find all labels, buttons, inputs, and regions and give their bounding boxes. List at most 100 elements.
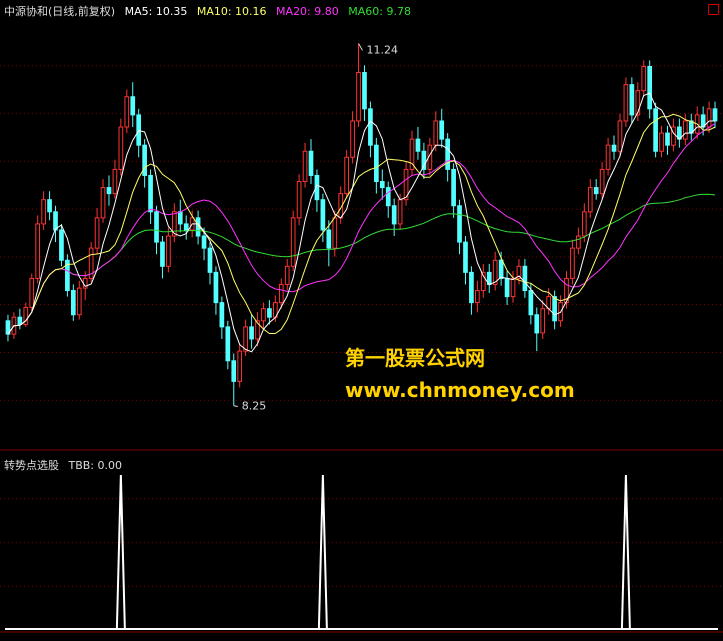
candle-body xyxy=(682,120,688,140)
candle-body xyxy=(475,290,480,304)
candle-body xyxy=(148,174,153,213)
ma20-legend: MA20: 9.80 xyxy=(276,5,342,18)
stock-title: 中源协和(日线,前复权) xyxy=(4,5,116,18)
panel-toggle-icon[interactable] xyxy=(708,4,719,15)
candle-body xyxy=(647,65,653,110)
ma20-label: MA20: xyxy=(276,5,311,18)
candle-body xyxy=(237,350,243,382)
candle-body xyxy=(290,217,296,267)
candle-body xyxy=(362,72,367,110)
candle-body xyxy=(445,138,450,170)
ma5-legend: MA5: 10.35 xyxy=(125,5,191,18)
candle-body xyxy=(665,132,670,146)
candle-body xyxy=(629,84,635,116)
watermark-title: 第一股票公式网 xyxy=(345,346,485,370)
candle-body xyxy=(201,235,207,249)
ma10-legend: MA10: 10.16 xyxy=(197,5,270,18)
candle-body xyxy=(17,316,23,325)
watermark-url: www.chnmoney.com xyxy=(345,378,575,402)
candle-body xyxy=(712,108,718,122)
tbb-label: TBB: xyxy=(68,459,95,472)
candle-body xyxy=(617,120,623,152)
candle-body xyxy=(344,156,349,195)
candle-body xyxy=(249,326,254,340)
candle-body xyxy=(570,247,575,279)
candle-body xyxy=(112,168,118,195)
candle-body xyxy=(534,314,540,334)
tbb-legend: TBB: 0.00 xyxy=(69,459,123,472)
candle-body xyxy=(587,187,593,213)
candle-body xyxy=(70,290,76,316)
candle-body xyxy=(320,199,326,231)
candle-body xyxy=(302,150,308,183)
candle-body xyxy=(53,211,58,231)
candle-body xyxy=(94,217,100,249)
candle-body xyxy=(231,360,237,382)
candle-body xyxy=(177,211,183,225)
main-legend: 中源协和(日线,前复权) MA5: 10.35 MA10: 10.16 MA20… xyxy=(4,3,417,19)
candle-body xyxy=(100,187,106,219)
kline-chart[interactable]: 11.24 8.25 xyxy=(0,0,723,637)
chart-root: 11.24 8.25 中源协和(日线,前复权) MA5: 10.35 MA10: … xyxy=(0,0,723,637)
candle-body xyxy=(498,259,504,279)
candle-body xyxy=(136,114,142,146)
candle-body xyxy=(59,229,64,261)
candle-body xyxy=(374,144,379,183)
tbb-value: 0.00 xyxy=(97,459,123,472)
candle-body xyxy=(213,271,219,304)
candle-body xyxy=(599,168,605,195)
ma10-value: 10.16 xyxy=(235,5,267,18)
candle-body xyxy=(623,84,629,122)
candle-body xyxy=(504,277,510,298)
candle-body xyxy=(267,308,272,318)
candle-body xyxy=(261,308,266,322)
candle-body xyxy=(225,326,231,362)
candle-body xyxy=(593,187,599,195)
candle-body xyxy=(653,108,658,152)
sub-title: 转势点选股 xyxy=(4,459,59,472)
candle-body xyxy=(154,211,159,243)
candle-body xyxy=(308,150,314,176)
candle-body xyxy=(391,205,397,225)
candle-body xyxy=(332,217,338,249)
candle-body xyxy=(439,120,445,140)
candle-body xyxy=(552,296,557,322)
candle-body xyxy=(29,277,35,308)
candle-body xyxy=(41,199,46,225)
candle-body xyxy=(415,138,421,152)
ma10-label: MA10: xyxy=(196,5,232,18)
candle-body xyxy=(528,290,534,316)
high-price-label: 11.24 xyxy=(367,43,399,56)
ma5-value: 10.35 xyxy=(155,5,188,18)
candle-body xyxy=(243,326,248,352)
candle-body xyxy=(706,108,712,128)
candle-body xyxy=(160,241,165,267)
candle-body xyxy=(576,235,581,249)
candle-body xyxy=(457,205,462,243)
candle-body xyxy=(611,144,617,152)
candle-body xyxy=(356,72,361,122)
candle-body xyxy=(641,65,647,92)
sub-legend: 转势点选股 TBB: 0.00 xyxy=(4,457,128,473)
candle-body xyxy=(106,187,112,195)
candle-body xyxy=(142,144,147,176)
candle-body xyxy=(397,199,403,225)
candle-body xyxy=(540,308,546,334)
candle-body xyxy=(284,265,290,285)
candle-body xyxy=(368,108,373,146)
candle-body xyxy=(433,120,439,146)
ma60-value: 9.78 xyxy=(386,5,411,18)
candle-body xyxy=(296,181,302,219)
candle-body xyxy=(35,223,41,279)
candle-body xyxy=(326,229,332,249)
ma5-label: MA5: xyxy=(124,5,153,18)
candle-body xyxy=(379,181,385,189)
candle-body xyxy=(278,283,284,304)
candle-body xyxy=(118,126,124,170)
candle-body xyxy=(207,247,213,273)
candle-body xyxy=(510,277,516,298)
candle-body xyxy=(451,168,456,207)
ma60-legend: MA60: 9.78 xyxy=(348,5,411,18)
candle-body xyxy=(166,235,171,267)
candle-body xyxy=(124,96,130,128)
